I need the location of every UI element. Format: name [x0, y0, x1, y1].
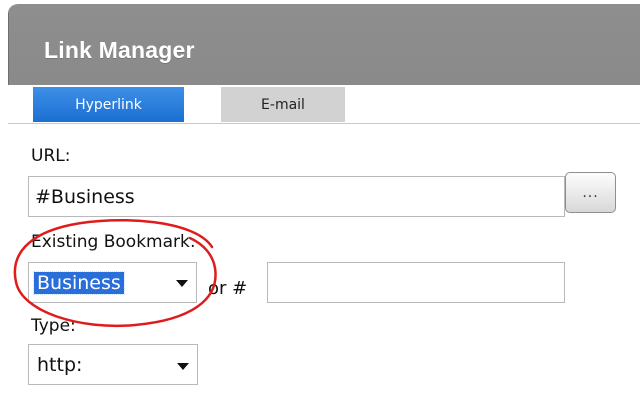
- type-select[interactable]: http:: [28, 344, 198, 385]
- url-input[interactable]: #Business: [28, 176, 565, 217]
- type-label: Type:: [31, 316, 76, 336]
- existing-bookmark-label: Existing Bookmark:: [31, 232, 196, 252]
- url-label: URL:: [31, 146, 71, 166]
- url-input-value: #Business: [35, 185, 135, 208]
- bookmark-select-value: Business: [33, 270, 125, 295]
- chevron-down-icon: [177, 363, 189, 370]
- bookmark-custom-input[interactable]: [267, 262, 565, 303]
- tab-email[interactable]: E-mail: [221, 87, 345, 122]
- browse-button[interactable]: ...: [565, 172, 616, 213]
- tab-hyperlink[interactable]: Hyperlink: [33, 87, 184, 122]
- or-hash-label: or #: [208, 278, 248, 299]
- bookmark-select[interactable]: Business: [28, 262, 197, 303]
- tab-bar: Hyperlink E-mail: [8, 85, 640, 124]
- dialog-title: Link Manager: [44, 37, 195, 63]
- titlebar[interactable]: Link Manager: [9, 4, 640, 90]
- type-select-value: http:: [37, 353, 83, 376]
- chevron-down-icon: [176, 280, 188, 287]
